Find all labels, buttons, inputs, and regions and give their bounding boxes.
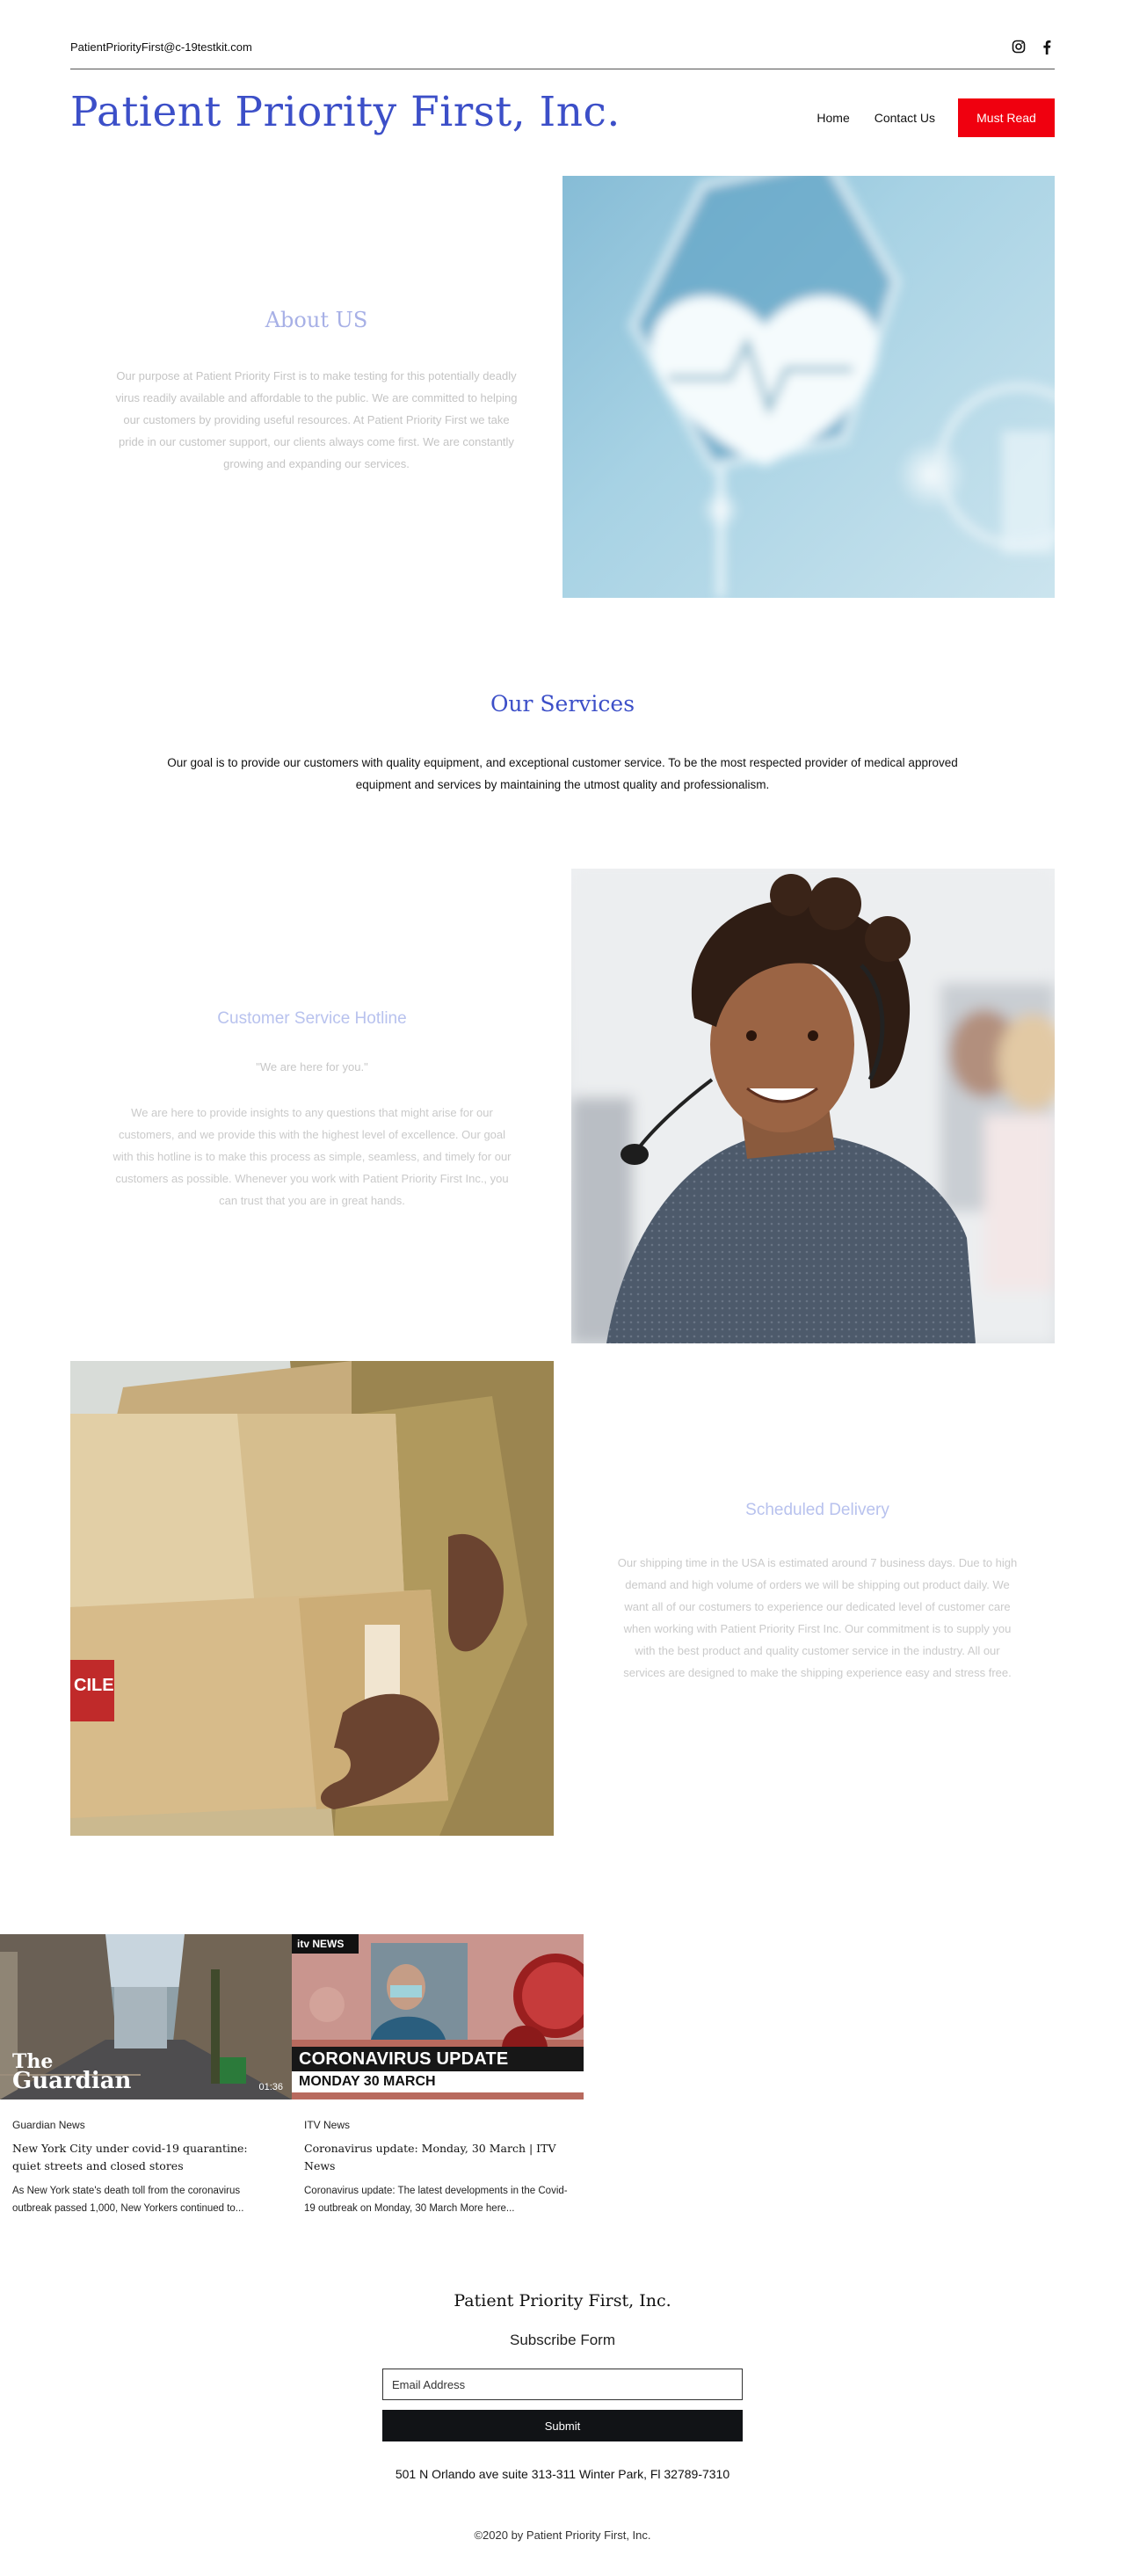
about-text: Our purpose at Patient Priority First is… [115, 369, 518, 470]
banner-headline: CORONAVIRUS UPDATE [299, 2049, 509, 2069]
must-read-button[interactable]: Must Read [958, 98, 1055, 137]
banner-date: MONDAY 30 MARCH [299, 2074, 436, 2089]
news-title[interactable]: New York City under covid-19 quarantine:… [0, 2140, 292, 2175]
main-nav: Home Contact Us Must Read [804, 98, 1055, 137]
customer-service-agent-image [571, 869, 1055, 1343]
hotline-title: Customer Service Hotline [217, 1009, 407, 1028]
news-description: As New York state's death toll from the … [12, 2186, 244, 2214]
video-thumbnail[interactable]: itv NEWS CORONAVIRUS UPDATE MONDAY 30 MA… [292, 1934, 584, 2099]
video-duration: 01:27 [550, 2075, 575, 2085]
nav-home[interactable]: Home [804, 111, 861, 125]
submit-button[interactable]: Submit [382, 2410, 743, 2441]
services-title: Our Services [490, 691, 635, 717]
contact-email[interactable]: PatientPriorityFirst@c-19testkit.com [70, 40, 252, 54]
delivery-boxes-image: CILE [70, 1361, 554, 1836]
hotline-text: We are here to provide insights to any q… [112, 1106, 512, 1207]
facebook-icon[interactable] [1039, 39, 1055, 55]
footer-company-name: Patient Priority First, Inc. [454, 2291, 671, 2310]
services-text: Our goal is to provide our customers wit… [167, 756, 958, 791]
guardian-logo: The Guardian [12, 2050, 132, 2094]
copyright: ©2020 by Patient Priority First, Inc. [474, 2529, 651, 2542]
itv-news-badge: itv NEWS [297, 1938, 345, 1950]
about-title: About US [265, 308, 368, 332]
site-title[interactable]: Patient Priority First, Inc. [70, 88, 621, 136]
nav-contact-us[interactable]: Contact Us [862, 111, 947, 125]
subscribe-form-title: Subscribe Form [510, 2332, 615, 2348]
medical-heart-image [562, 176, 1055, 598]
delivery-text: Our shipping time in the USA is estimate… [617, 1556, 1018, 1679]
news-source: Guardian News [12, 2119, 85, 2131]
company-address: 501 N Orlando ave suite 313-311 Winter P… [395, 2467, 730, 2481]
news-card-itv[interactable]: itv NEWS CORONAVIRUS UPDATE MONDAY 30 MA… [292, 1934, 584, 2217]
video-duration: 01:36 [258, 2082, 283, 2092]
instagram-icon[interactable] [1011, 39, 1027, 55]
hotline-quote: "We are here for you." [256, 1060, 368, 1073]
news-title[interactable]: Coronavirus update: Monday, 30 March | I… [292, 2140, 584, 2175]
social-bar [1011, 39, 1055, 55]
news-source: ITV News [304, 2119, 351, 2131]
delivery-title: Scheduled Delivery [745, 1501, 889, 1519]
video-thumbnail[interactable]: The Guardian 01:36 [0, 1934, 292, 2099]
svg-text:CILE: CILE [74, 1676, 114, 1695]
news-description: Coronavirus update: The latest developme… [304, 2186, 568, 2214]
email-input[interactable] [382, 2369, 743, 2400]
news-card-guardian[interactable]: The Guardian 01:36 Guardian News New Yor… [0, 1934, 292, 2217]
